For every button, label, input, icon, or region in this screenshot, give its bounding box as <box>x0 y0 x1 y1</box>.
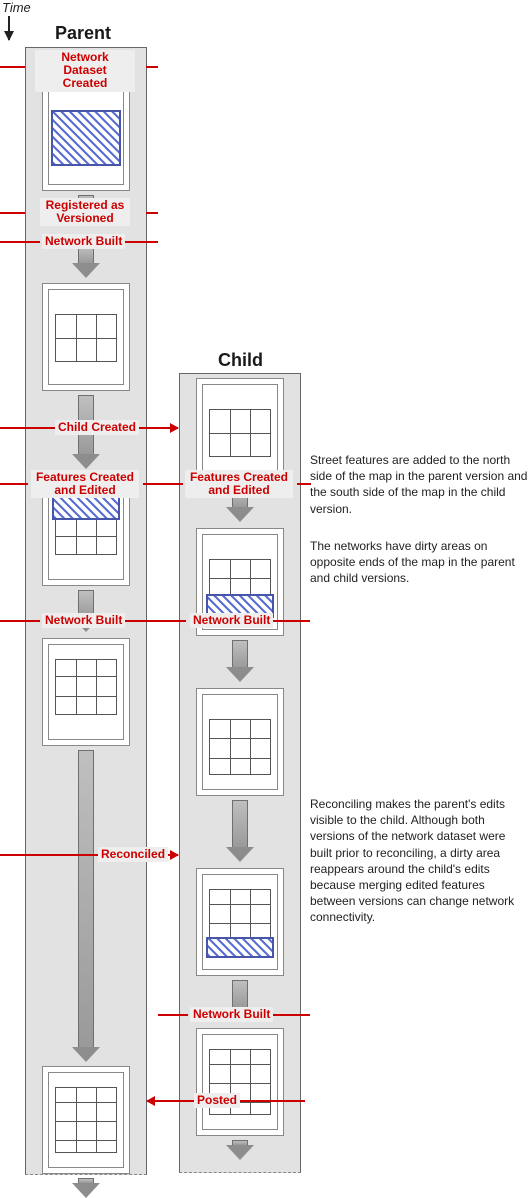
label-network-built-c2: Network Built <box>190 1007 273 1022</box>
leader-line <box>124 241 158 243</box>
leader-line <box>272 1014 310 1016</box>
label-posted: Posted <box>194 1093 240 1108</box>
parent-state-posted <box>42 1066 130 1174</box>
label-registered: Registered as Versioned <box>40 198 130 226</box>
label-network-built-c1: Network Built <box>190 613 273 628</box>
heading-child: Child <box>218 350 263 371</box>
child-state-built <box>196 688 284 796</box>
heading-parent: Parent <box>55 23 111 44</box>
leader-line <box>0 241 40 243</box>
arrow-down-icon <box>232 980 248 1008</box>
time-arrow-icon <box>8 16 10 40</box>
label-child-created: Child Created <box>55 420 139 435</box>
label-features-edited-child: Features Created and Edited <box>185 470 293 498</box>
child-state-built2 <box>196 1028 284 1136</box>
arrow-down-icon <box>232 800 248 848</box>
leader-line <box>0 212 25 214</box>
label-network-built-p2: Network Built <box>42 613 125 628</box>
leader-line <box>146 212 158 214</box>
leader-line <box>143 483 183 485</box>
arrow-down-icon <box>78 750 94 1048</box>
parent-state-created <box>42 83 130 191</box>
arrow-down-icon <box>78 1178 94 1184</box>
note-reconcile: Reconciling makes the parent's edits vis… <box>310 796 530 926</box>
arrow-down-icon <box>232 1140 248 1146</box>
leader-line <box>0 620 40 622</box>
leader-line <box>272 620 310 622</box>
leader-line <box>0 66 25 68</box>
label-network-built-p1: Network Built <box>42 234 125 249</box>
label-network-created: Network Dataset Created <box>35 50 135 92</box>
time-label: Time <box>2 0 31 15</box>
child-state-reconciled <box>196 868 284 976</box>
note-features: Street features are added to the north s… <box>310 452 530 517</box>
leader-line <box>146 66 158 68</box>
arrow-down-icon <box>232 640 248 668</box>
note-dirty: The networks have dirty areas on opposit… <box>310 538 530 587</box>
parent-state-built2 <box>42 638 130 746</box>
leader-line <box>297 483 311 485</box>
parent-state-built <box>42 283 130 391</box>
leader-line <box>158 1014 188 1016</box>
label-reconciled: Reconciled <box>98 847 168 862</box>
leader-line <box>124 620 186 622</box>
leader-line <box>0 483 28 485</box>
label-features-edited-parent: Features Created and Edited <box>31 470 139 498</box>
